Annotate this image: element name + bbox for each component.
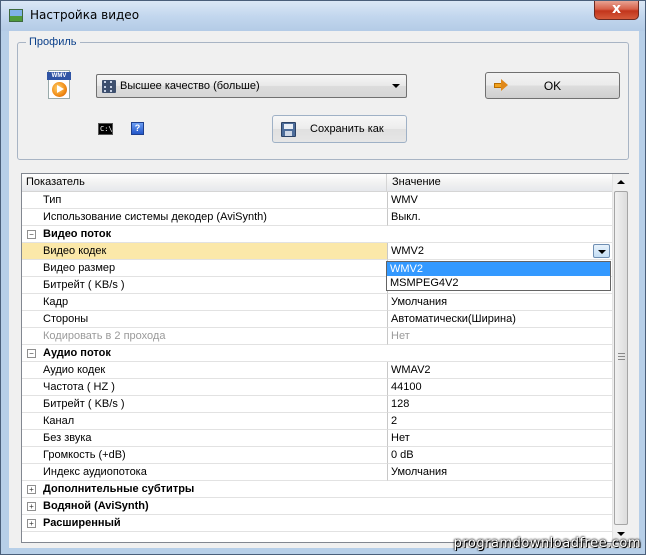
vertical-scrollbar[interactable] [612, 174, 629, 542]
property-grid: Показатель Значение Тип WMV Использование … [21, 173, 629, 543]
save-as-button[interactable]: Сохранить как [272, 115, 407, 143]
grid-row[interactable]: Тип WMV [22, 192, 612, 209]
ok-button[interactable]: OK [485, 72, 620, 99]
grid-category-row[interactable]: + Дополнительные субтитры [22, 481, 612, 498]
value-dropdown-button[interactable] [593, 244, 610, 258]
property-name: Канал [22, 413, 388, 430]
property-value[interactable]: WMV [388, 192, 612, 209]
property-name: Индекс аудиопотока [22, 464, 388, 481]
video-codec-dropdown-list[interactable]: WMV2 MSMPEG4V2 [386, 261, 611, 291]
property-value[interactable]: 44100 [388, 379, 612, 396]
category-label: Видео поток [22, 226, 612, 243]
wmv-tag: WMV [47, 72, 71, 80]
chevron-down-icon [392, 84, 400, 88]
property-value[interactable]: 0 dB [388, 447, 612, 464]
category-label: Водяной (AviSynth) [22, 498, 612, 515]
property-value[interactable]: 2 [388, 413, 612, 430]
profile-select[interactable]: Высшее качество (больше) [96, 74, 407, 98]
property-name: Без звука [22, 430, 388, 447]
property-name: Битрейт ( KB/s ) [22, 277, 388, 294]
property-value[interactable]: Выкл. [388, 209, 612, 226]
column-header-value[interactable]: Значение [388, 174, 612, 192]
wmv-file-icon: WMV [47, 70, 72, 100]
dropdown-option[interactable]: WMV2 [387, 262, 610, 276]
property-name: Кадр [22, 294, 388, 311]
save-as-label: Сохранить как [310, 123, 384, 135]
property-value[interactable]: Нет [388, 328, 612, 345]
property-value[interactable]: Умолчания [388, 464, 612, 481]
scroll-up-arrow-icon[interactable] [617, 180, 625, 184]
property-name: Битрейт ( KB/s ) [22, 396, 388, 413]
property-name: Кодировать в 2 прохода [22, 328, 388, 345]
grid-row[interactable]: Стороны Автоматически(Ширина) [22, 311, 612, 328]
profile-groupbox: WMV Высшее качество (больше) OK C:\ ? Со… [17, 42, 629, 160]
property-value[interactable]: Умолчания [388, 294, 612, 311]
grid-row[interactable]: Видео кодек WMV2 [22, 243, 612, 260]
window-app-icon [9, 9, 23, 22]
grid-row[interactable]: Громкость (+dB) 0 dB [22, 447, 612, 464]
property-name: Видео размер [22, 260, 388, 277]
column-header-name[interactable]: Показатель [22, 174, 387, 192]
grid-row[interactable]: Кодировать в 2 прохода Нет [22, 328, 612, 345]
dropdown-option[interactable]: MSMPEG4V2 [387, 276, 610, 290]
watermark: programdownloadfree.com [453, 536, 641, 551]
property-name: Стороны [22, 311, 388, 328]
grid-rows: Тип WMV Использование системы декодер (Avi… [22, 192, 612, 532]
grid-category-row[interactable]: − Видео поток [22, 226, 612, 243]
property-value[interactable]: WMV2 [388, 243, 612, 260]
grid-row[interactable]: Аудио кодек WMAV2 [22, 362, 612, 379]
close-button[interactable]: x [594, 1, 639, 20]
category-label: Дополнительные субтитры [22, 481, 612, 498]
grid-row[interactable]: Канал 2 [22, 413, 612, 430]
property-name: Тип [22, 192, 388, 209]
property-value[interactable]: Нет [388, 430, 612, 447]
video-settings-window: Настройка видео x WMV Высшее качество (б… [0, 0, 646, 555]
film-icon [102, 80, 116, 93]
window-title: Настройка видео [30, 8, 140, 22]
grid-row[interactable]: Индекс аудиопотока Умолчания [22, 464, 612, 481]
grid-row[interactable]: Кадр Умолчания [22, 294, 612, 311]
grid-row[interactable]: Битрейт ( KB/s ) 128 [22, 396, 612, 413]
scrollbar-thumb[interactable] [614, 191, 628, 525]
property-name: Громкость (+dB) [22, 447, 388, 464]
profile-select-value: Высшее качество (больше) [120, 80, 260, 92]
command-line-icon[interactable]: C:\ [98, 123, 113, 135]
grid-category-row[interactable]: + Водяной (AviSynth) [22, 498, 612, 515]
grid-row[interactable]: Без звука Нет [22, 430, 612, 447]
profile-group-label: Профиль [26, 36, 80, 48]
category-label: Аудио поток [22, 345, 612, 362]
title-bar[interactable]: Настройка видео x [1, 1, 645, 31]
ok-button-label: OK [543, 79, 562, 93]
grid-row[interactable]: Использование системы декодер (AviSynth)… [22, 209, 612, 226]
property-name: Использование системы декодер (AviSynth) [22, 209, 388, 226]
property-value[interactable]: WMAV2 [388, 362, 612, 379]
property-name: Аудио кодек [22, 362, 388, 379]
property-value[interactable]: Автоматически(Ширина) [388, 311, 612, 328]
floppy-disk-icon [281, 122, 296, 137]
dialog-client-area: WMV Высшее качество (больше) OK C:\ ? Со… [9, 31, 639, 548]
help-icon[interactable]: ? [131, 122, 144, 135]
property-value[interactable]: 128 [388, 396, 612, 413]
property-name: Частота ( HZ ) [22, 379, 388, 396]
category-label: Расширенный [22, 515, 612, 532]
grid-header: Показатель Значение [22, 174, 612, 192]
grid-row[interactable]: Частота ( HZ ) 44100 [22, 379, 612, 396]
grid-category-row[interactable]: + Расширенный [22, 515, 612, 532]
property-name: Видео кодек [22, 243, 388, 260]
grid-category-row[interactable]: − Аудио поток [22, 345, 612, 362]
